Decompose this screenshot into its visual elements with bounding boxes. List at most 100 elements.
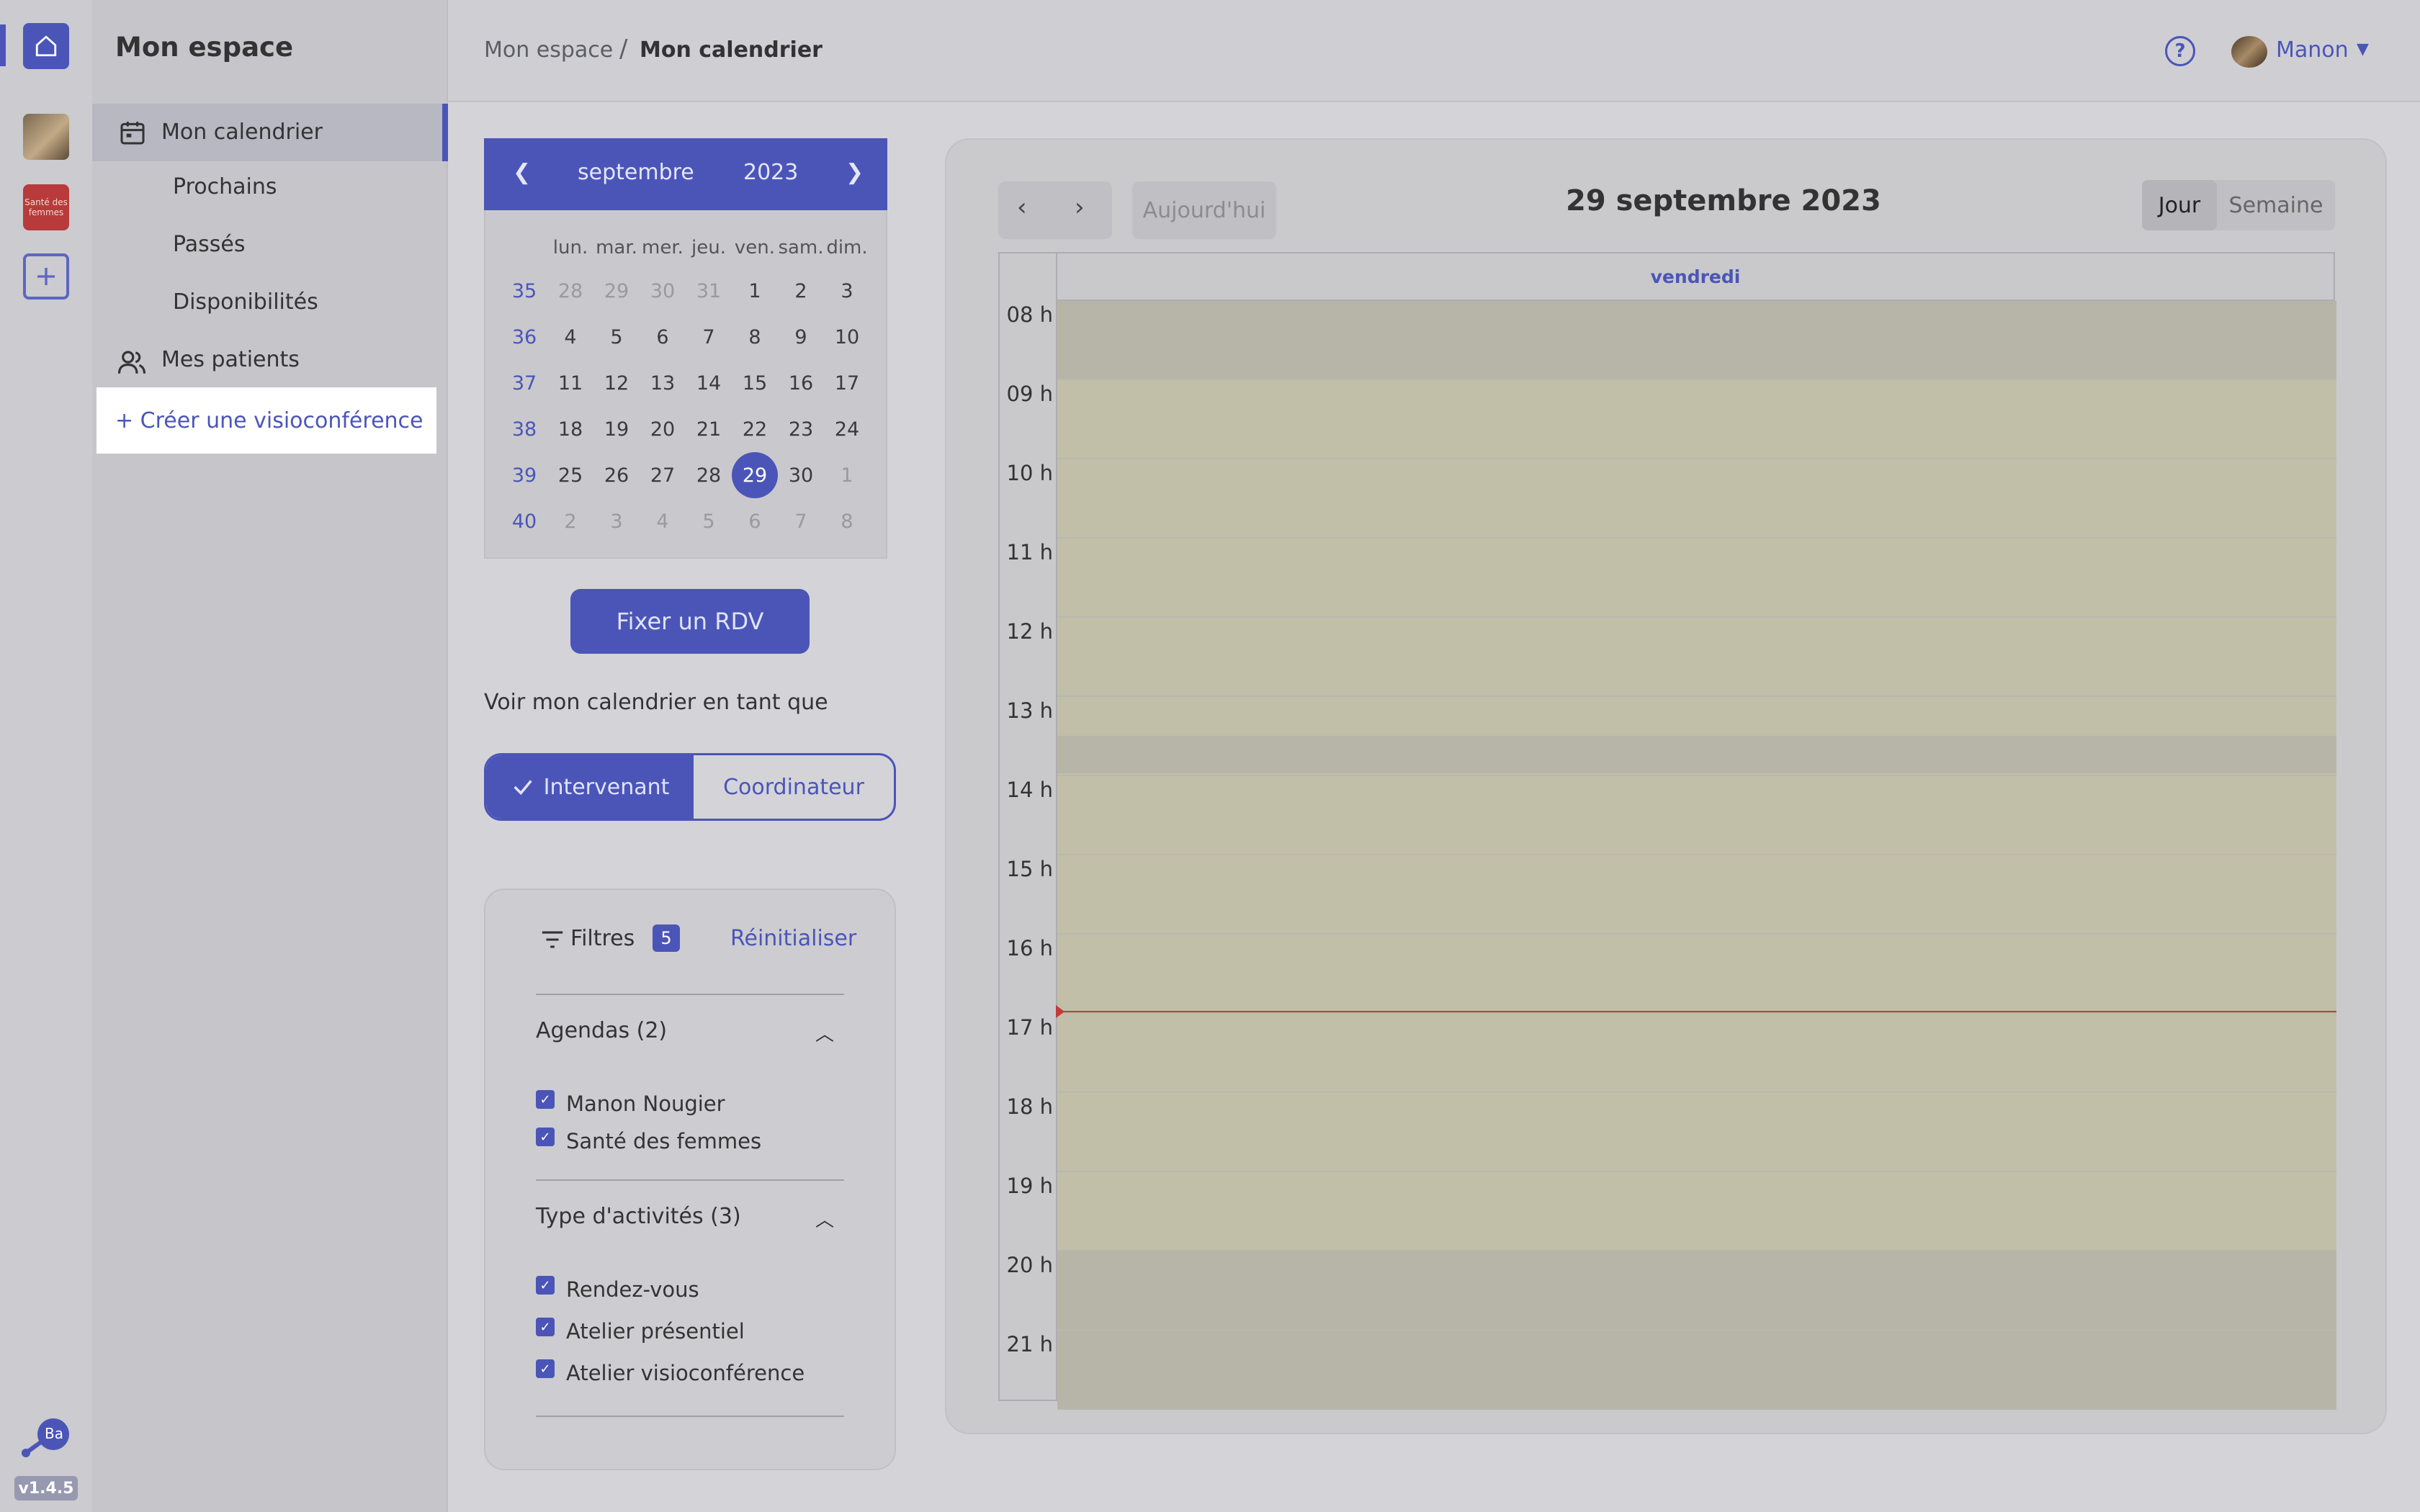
filter-checkbox-row[interactable]: ✓ Santé des femmes (536, 1126, 838, 1155)
day-cell[interactable]: 24 (824, 406, 870, 452)
day-cell[interactable]: 30 (640, 268, 686, 314)
hour-slot[interactable] (1057, 776, 2336, 855)
day-cell[interactable]: 6 (640, 314, 686, 360)
day-cell[interactable]: 6 (732, 498, 778, 544)
chevron-up-icon[interactable]: ︿ (815, 1020, 834, 1046)
day-cell[interactable]: 12 (593, 360, 640, 406)
day-cell[interactable]: 14 (686, 360, 732, 406)
week-number[interactable]: 37 (501, 360, 547, 406)
day-cell[interactable]: 3 (824, 268, 870, 314)
hour-slot[interactable] (1057, 459, 2336, 539)
user-name[interactable]: Manon (2276, 37, 2349, 63)
add-workspace-button[interactable] (23, 253, 69, 300)
sidebar-item-mes-patients[interactable]: Mes patients (92, 340, 448, 383)
breadcrumb-root[interactable]: Mon espace (484, 37, 613, 63)
filter-checkbox-row[interactable]: ✓ Atelier visioconférence (536, 1358, 838, 1387)
year-select[interactable]: 2023 (743, 160, 798, 185)
day-cell[interactable]: 28 (547, 268, 593, 314)
day-cell[interactable]: 10 (824, 314, 870, 360)
day-cell[interactable]: 17 (824, 360, 870, 406)
hour-slot[interactable] (1057, 1331, 2336, 1410)
week-number[interactable]: 36 (501, 314, 547, 360)
hour-slot[interactable] (1057, 301, 2336, 380)
day-cell[interactable]: 27 (640, 452, 686, 498)
org-workspace-logo[interactable]: Santé des femmes (23, 184, 69, 230)
next-month-chevron-icon[interactable]: ❯ (846, 160, 864, 185)
day-cell[interactable]: 30 (778, 452, 824, 498)
prev-day-chevron-icon[interactable]: ‹ (1017, 193, 1027, 222)
day-cell[interactable]: 1 (732, 268, 778, 314)
view-day-button[interactable]: Jour (2142, 180, 2217, 230)
day-cell[interactable]: 15 (732, 360, 778, 406)
day-cell[interactable]: 2 (778, 268, 824, 314)
day-cell[interactable]: 8 (732, 314, 778, 360)
chevron-down-icon[interactable]: ▼ (2357, 40, 2369, 58)
create-visio-button[interactable]: + Créer une visioconférence (97, 387, 436, 454)
filter-checkbox-row[interactable]: ✓ Rendez-vous (536, 1274, 838, 1303)
filter-checkbox-row[interactable]: ✓ Manon Nougier (536, 1089, 838, 1117)
week-number[interactable]: 40 (501, 498, 547, 544)
day-cell[interactable]: 16 (778, 360, 824, 406)
day-cell[interactable]: 23 (778, 406, 824, 452)
week-number[interactable]: 38 (501, 406, 547, 452)
checkbox-checked-icon[interactable]: ✓ (536, 1128, 555, 1146)
help-button[interactable]: ? (2165, 36, 2195, 66)
checkbox-checked-icon[interactable]: ✓ (536, 1318, 555, 1336)
day-cell[interactable]: 18 (547, 406, 593, 452)
day-cell[interactable]: 22 (732, 406, 778, 452)
checkbox-checked-icon[interactable]: ✓ (536, 1276, 555, 1295)
month-select[interactable]: septembre (578, 160, 694, 185)
user-avatar[interactable] (2231, 36, 2267, 68)
role-coordinateur-button[interactable]: Coordinateur (694, 755, 894, 819)
day-cell[interactable]: 7 (778, 498, 824, 544)
day-cell[interactable]: 20 (640, 406, 686, 452)
agendas-section-title[interactable]: Agendas (2) (536, 1018, 667, 1043)
day-cell[interactable]: 7 (686, 314, 732, 360)
day-cell[interactable]: 2 (547, 498, 593, 544)
sidebar-item-disponibilites[interactable]: Disponibilités (92, 282, 448, 325)
reset-filters-link[interactable]: Réinitialiser (730, 926, 856, 951)
day-cell[interactable]: 11 (547, 360, 593, 406)
checkbox-checked-icon[interactable]: ✓ (536, 1359, 555, 1378)
sidebar-item-prochains[interactable]: Prochains (92, 167, 448, 210)
home-button[interactable] (23, 23, 69, 69)
day-cell[interactable]: 4 (640, 498, 686, 544)
hour-slot[interactable] (1057, 1014, 2336, 1093)
day-column[interactable] (1056, 300, 2336, 1410)
day-cell[interactable]: 19 (593, 406, 640, 452)
day-cell[interactable]: 13 (640, 360, 686, 406)
day-cell[interactable]: 25 (547, 452, 593, 498)
day-cell[interactable]: 3 (593, 498, 640, 544)
chevron-up-icon[interactable]: ︿ (815, 1205, 834, 1232)
filter-checkbox-row[interactable]: ✓ Atelier présentiel (536, 1316, 838, 1345)
day-cell[interactable]: 1 (824, 452, 870, 498)
day-cell[interactable]: 31 (686, 268, 732, 314)
day-cell[interactable]: 8 (824, 498, 870, 544)
selected-day[interactable]: 29 (732, 452, 778, 498)
next-day-chevron-icon[interactable]: › (1075, 193, 1085, 222)
hour-slot[interactable] (1057, 935, 2336, 1014)
day-cell[interactable]: 5 (593, 314, 640, 360)
checkbox-checked-icon[interactable]: ✓ (536, 1090, 555, 1109)
hour-slot[interactable] (1057, 539, 2336, 618)
hour-slot[interactable] (1057, 1172, 2336, 1251)
prev-month-chevron-icon[interactable]: ❮ (513, 160, 531, 185)
role-intervenant-button[interactable]: Intervenant (486, 755, 694, 819)
view-week-button[interactable]: Semaine (2217, 180, 2335, 230)
day-cell[interactable]: 29 (593, 268, 640, 314)
day-cell[interactable]: 5 (686, 498, 732, 544)
sidebar-item-passes[interactable]: Passés (92, 225, 448, 268)
day-cell[interactable]: 21 (686, 406, 732, 452)
support-chat-button[interactable]: Ba (20, 1417, 72, 1457)
hour-slot[interactable] (1057, 1093, 2336, 1172)
week-number[interactable]: 35 (501, 268, 547, 314)
hour-slot[interactable] (1057, 855, 2336, 935)
day-cell[interactable]: 9 (778, 314, 824, 360)
day-cell[interactable]: 4 (547, 314, 593, 360)
day-cell[interactable]: 26 (593, 452, 640, 498)
hour-slot[interactable] (1057, 618, 2336, 697)
user-workspace-avatar[interactable] (23, 114, 69, 160)
hour-slot[interactable] (1057, 1251, 2336, 1331)
fix-rdv-button[interactable]: Fixer un RDV (570, 589, 810, 654)
today-button[interactable]: Aujourd'hui (1132, 181, 1276, 239)
